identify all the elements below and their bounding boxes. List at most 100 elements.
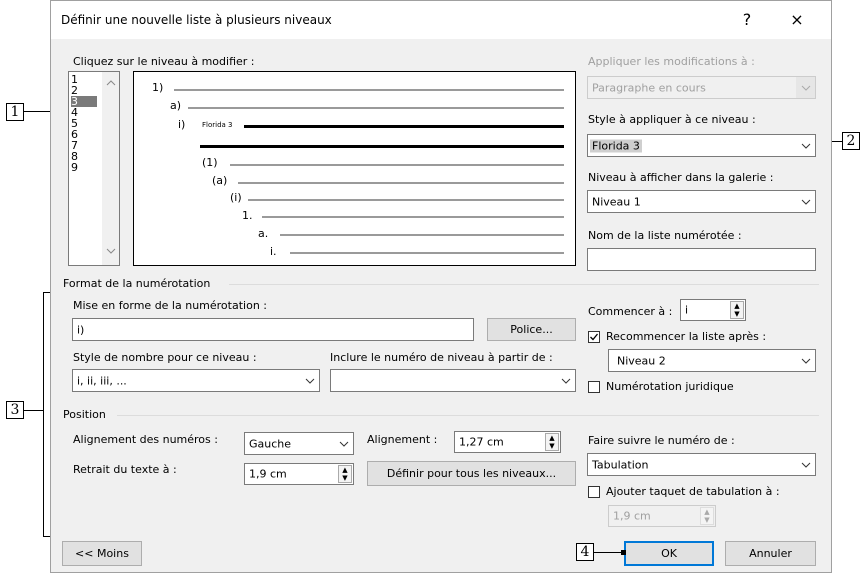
callout-4-leader <box>594 552 624 553</box>
chevron-down-icon[interactable] <box>556 370 575 391</box>
preview-label: (a) <box>212 174 228 187</box>
apply-label: Appliquer les modifications à : <box>588 55 755 68</box>
legal-numbering-label: Numérotation juridique <box>606 380 734 393</box>
chevron-down-icon[interactable] <box>796 191 815 212</box>
level-list[interactable]: 1 2 3 4 5 6 7 8 9 <box>68 71 120 266</box>
restart-dropdown[interactable]: Niveau 2 <box>608 349 816 372</box>
spinner-arrows-icon[interactable]: ▲ ▼ <box>338 465 352 483</box>
help-button[interactable]: ? <box>727 5 767 35</box>
format-value: i) <box>77 323 85 336</box>
preview-label: (1) <box>202 156 218 169</box>
text-indent-value: 1,9 cm <box>249 467 287 481</box>
callout-4: 4 <box>576 543 594 561</box>
tab-stop-value: 1,9 cm <box>613 509 651 523</box>
chevron-down-icon <box>796 77 815 98</box>
format-label: Mise en forme de la numérotation : <box>73 299 267 312</box>
add-tab-stop-label: Ajouter taquet de tabulation à : <box>606 485 780 498</box>
list-name-input[interactable] <box>587 248 816 271</box>
ok-button[interactable]: OK <box>624 541 714 566</box>
preview-line <box>248 199 564 201</box>
number-style-value: i, ii, iii, ... <box>77 374 127 387</box>
preview-style-tag: Florida 3 <box>202 121 233 129</box>
preview-line <box>188 107 564 109</box>
preview-label: 1) <box>152 81 164 94</box>
apply-value: Paragraphe en cours <box>592 81 706 94</box>
start-at-spinner[interactable]: i ▲ ▼ <box>680 299 746 321</box>
style-dropdown[interactable]: Florida 3 <box>587 134 816 157</box>
include-level-label: Inclure le numéro de niveau à partir de … <box>330 351 553 364</box>
format-input[interactable]: i) <box>72 318 474 341</box>
style-label: Style à appliquer à ce niveau : <box>588 113 756 126</box>
scroll-up-icon[interactable] <box>102 76 119 89</box>
preview-line <box>262 216 564 218</box>
preview-line <box>238 182 564 184</box>
number-alignment-value: Gauche <box>249 437 292 450</box>
number-style-label: Style de nombre pour ce niveau : <box>73 351 257 364</box>
chevron-down-icon[interactable] <box>334 433 353 454</box>
gallery-label: Niveau à afficher dans la galerie : <box>588 171 774 184</box>
number-style-dropdown[interactable]: i, ii, iii, ... <box>72 369 320 392</box>
levels-label: Cliquez sur le niveau à modifier : <box>73 55 255 68</box>
preview-line-current <box>200 145 564 148</box>
spinner-arrows-icon[interactable]: ▲ ▼ <box>730 301 744 319</box>
aligned-at-spinner[interactable]: 1,27 cm ▲ ▼ <box>454 431 561 453</box>
set-for-all-levels-button[interactable]: Définir pour tous les niveaux... <box>367 461 576 486</box>
callout-2: 2 <box>842 132 860 150</box>
gallery-value: Niveau 1 <box>592 195 641 208</box>
start-at-label: Commencer à : <box>588 305 673 318</box>
chevron-down-icon[interactable] <box>300 370 319 391</box>
preview-label: a) <box>170 99 182 112</box>
tab-stop-spinner: 1,9 cm ▲ ▼ <box>608 505 716 527</box>
text-indent-spinner[interactable]: 1,9 cm ▲ ▼ <box>244 463 354 485</box>
preview-line <box>230 164 564 166</box>
spinner-arrows-icon[interactable]: ▲ ▼ <box>545 433 559 451</box>
number-alignment-dropdown[interactable]: Gauche <box>244 432 354 455</box>
preview-label: i. <box>270 245 277 258</box>
scroll-down-icon[interactable] <box>102 244 119 257</box>
preview-label: 1. <box>242 209 253 222</box>
callout-4-dot <box>621 550 626 555</box>
gallery-dropdown[interactable]: Niveau 1 <box>587 190 816 213</box>
section-divider <box>229 284 819 285</box>
text-indent-label: Retrait du texte à : <box>73 463 177 476</box>
callout-1: 1 <box>6 103 24 121</box>
font-button[interactable]: Police... <box>487 318 576 341</box>
add-tab-stop-checkbox[interactable] <box>588 486 600 498</box>
restart-label: Recommencer la liste après : <box>606 330 767 343</box>
start-at-value: i <box>685 303 689 317</box>
restart-checkbox[interactable] <box>588 331 600 343</box>
less-button[interactable]: << Moins <box>62 541 142 566</box>
cancel-button[interactable]: Annuler <box>725 541 816 566</box>
position-section-title: Position <box>63 408 106 421</box>
chevron-down-icon[interactable] <box>796 454 815 475</box>
legal-numbering-checkbox[interactable] <box>588 381 600 393</box>
level-list-scrollbar[interactable] <box>102 72 119 265</box>
spinner-arrows-icon: ▲ ▼ <box>700 507 714 525</box>
chevron-down-icon[interactable] <box>796 350 815 371</box>
aligned-at-value: 1,27 cm <box>459 435 504 449</box>
callout-3-leader <box>24 410 44 411</box>
include-level-dropdown[interactable] <box>330 369 576 392</box>
multilevel-list-dialog: Définir une nouvelle liste à plusieurs n… <box>50 0 832 573</box>
follow-number-dropdown[interactable]: Tabulation <box>587 453 816 476</box>
preview-line-current <box>244 125 564 128</box>
preview-label: (i) <box>230 191 242 204</box>
numbering-section-title: Format de la numérotation <box>63 277 211 290</box>
restart-value: Niveau 2 <box>617 354 666 367</box>
callout-3-bracket <box>43 292 44 536</box>
section-divider <box>117 415 819 416</box>
apply-dropdown: Paragraphe en cours <box>587 76 816 99</box>
chevron-down-icon[interactable] <box>796 135 815 156</box>
list-name-label: Nom de la liste numérotée : <box>588 229 742 242</box>
follow-number-value: Tabulation <box>592 458 649 471</box>
style-value: Florida 3 <box>590 139 642 152</box>
dialog-title: Définir une nouvelle liste à plusieurs n… <box>61 13 332 27</box>
preview-label: a. <box>258 227 269 240</box>
level-item[interactable]: 9 <box>71 162 97 173</box>
preview-line <box>174 89 564 91</box>
preview-label: i) <box>178 118 186 131</box>
number-alignment-label: Alignement des numéros : <box>73 433 218 446</box>
follow-number-label: Faire suivre le numéro de : <box>588 434 735 447</box>
preview-line <box>290 252 564 254</box>
close-button[interactable]: × <box>777 5 817 35</box>
